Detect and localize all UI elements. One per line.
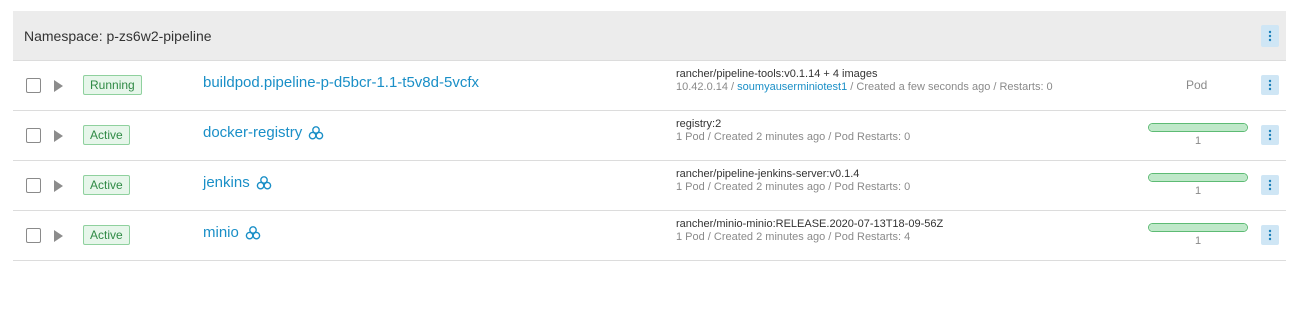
pod-ip: 10.42.0.14 / xyxy=(676,81,738,93)
scale-indicator: 1 xyxy=(1148,173,1248,197)
detail-text: 1 Pod / Created 2 minutes ago / Pod Rest… xyxy=(676,181,911,193)
kind-label: Pod xyxy=(1186,78,1208,92)
row-actions-button[interactable] xyxy=(1261,125,1279,145)
play-triangle-icon[interactable] xyxy=(54,230,63,242)
vertical-dots-icon xyxy=(1268,229,1272,241)
workload-name: buildpod.pipeline-p-d5bcr-1.1-t5v8d-5vcf… xyxy=(203,74,479,91)
workload-icon xyxy=(245,225,261,240)
vertical-dots-icon xyxy=(1268,129,1272,141)
play-triangle-icon[interactable] xyxy=(54,180,63,192)
play-triangle-icon[interactable] xyxy=(54,80,63,92)
workload-name-link[interactable]: minio xyxy=(203,224,261,241)
row-checkbox[interactable] xyxy=(26,78,41,93)
status-badge: Active xyxy=(83,125,130,145)
namespace-group: Namespace: p-zs6w2-pipeline Running buil… xyxy=(13,11,1286,261)
namespace-title: Namespace: p-zs6w2-pipeline xyxy=(24,27,212,44)
row-checkbox[interactable] xyxy=(26,228,41,243)
workload-name: jenkins xyxy=(203,174,250,191)
row-checkbox[interactable] xyxy=(26,178,41,193)
detail-suffix: / Created a few seconds ago / Restarts: … xyxy=(847,81,1053,93)
workload-icon xyxy=(308,125,324,140)
row-actions-button[interactable] xyxy=(1261,175,1279,195)
table-row: Running buildpod.pipeline-p-d5bcr-1.1-t5… xyxy=(13,61,1286,111)
scale-bar-fill xyxy=(1149,124,1247,131)
table-row: Active minio rancher/minio-minio:RELEASE… xyxy=(13,211,1286,261)
scale-bar-fill xyxy=(1149,224,1247,231)
node-link[interactable]: soumyauserminiotest1 xyxy=(737,81,847,93)
workload-info: rancher/pipeline-tools:v0.1.14 + 4 image… xyxy=(676,68,1146,94)
vertical-dots-icon xyxy=(1268,179,1272,191)
image-text: registry:2 xyxy=(676,118,722,130)
workload-name-link[interactable]: docker-registry xyxy=(203,124,324,141)
row-actions-button[interactable] xyxy=(1261,75,1279,95)
table-row: Active jenkins rancher/pipeline-jenkins-… xyxy=(13,161,1286,211)
row-checkbox[interactable] xyxy=(26,128,41,143)
workload-name: minio xyxy=(203,224,239,241)
status-badge: Active xyxy=(83,175,130,195)
workload-icon xyxy=(256,175,272,190)
namespace-actions-button[interactable] xyxy=(1261,25,1279,47)
workload-name-link[interactable]: jenkins xyxy=(203,174,272,191)
workload-name: docker-registry xyxy=(203,124,303,141)
scale-bar xyxy=(1148,223,1248,232)
workload-info: rancher/pipeline-jenkins-server:v0.1.4 1… xyxy=(676,168,1146,194)
scale-bar-fill xyxy=(1149,174,1247,181)
namespace-header: Namespace: p-zs6w2-pipeline xyxy=(13,11,1286,61)
workload-info: rancher/minio-minio:RELEASE.2020-07-13T1… xyxy=(676,218,1146,244)
vertical-dots-icon xyxy=(1268,30,1272,42)
status-badge: Running xyxy=(83,75,142,95)
detail-text: 1 Pod / Created 2 minutes ago / Pod Rest… xyxy=(676,231,911,243)
play-triangle-icon[interactable] xyxy=(54,130,63,142)
table-row: Active docker-registry registry:2 1 Pod … xyxy=(13,111,1286,161)
detail-text: 10.42.0.14 / soumyauserminiotest1 / Crea… xyxy=(676,81,1146,94)
image-text: rancher/pipeline-tools:v0.1.14 + 4 image… xyxy=(676,68,878,80)
image-text: rancher/pipeline-jenkins-server:v0.1.4 xyxy=(676,168,860,180)
workload-name-link[interactable]: buildpod.pipeline-p-d5bcr-1.1-t5v8d-5vcf… xyxy=(203,74,479,91)
scale-count: 1 xyxy=(1194,235,1202,247)
status-badge: Active xyxy=(83,225,130,245)
scale-bar xyxy=(1148,123,1248,132)
scale-indicator: 1 xyxy=(1148,123,1248,147)
scale-indicator: 1 xyxy=(1148,223,1248,247)
image-text: rancher/minio-minio:RELEASE.2020-07-13T1… xyxy=(676,218,944,230)
detail-text: 1 Pod / Created 2 minutes ago / Pod Rest… xyxy=(676,131,911,143)
workload-info: registry:2 1 Pod / Created 2 minutes ago… xyxy=(676,118,1146,144)
scale-bar xyxy=(1148,173,1248,182)
row-actions-button[interactable] xyxy=(1261,225,1279,245)
vertical-dots-icon xyxy=(1268,79,1272,91)
scale-count: 1 xyxy=(1194,135,1202,147)
scale-count: 1 xyxy=(1194,185,1202,197)
